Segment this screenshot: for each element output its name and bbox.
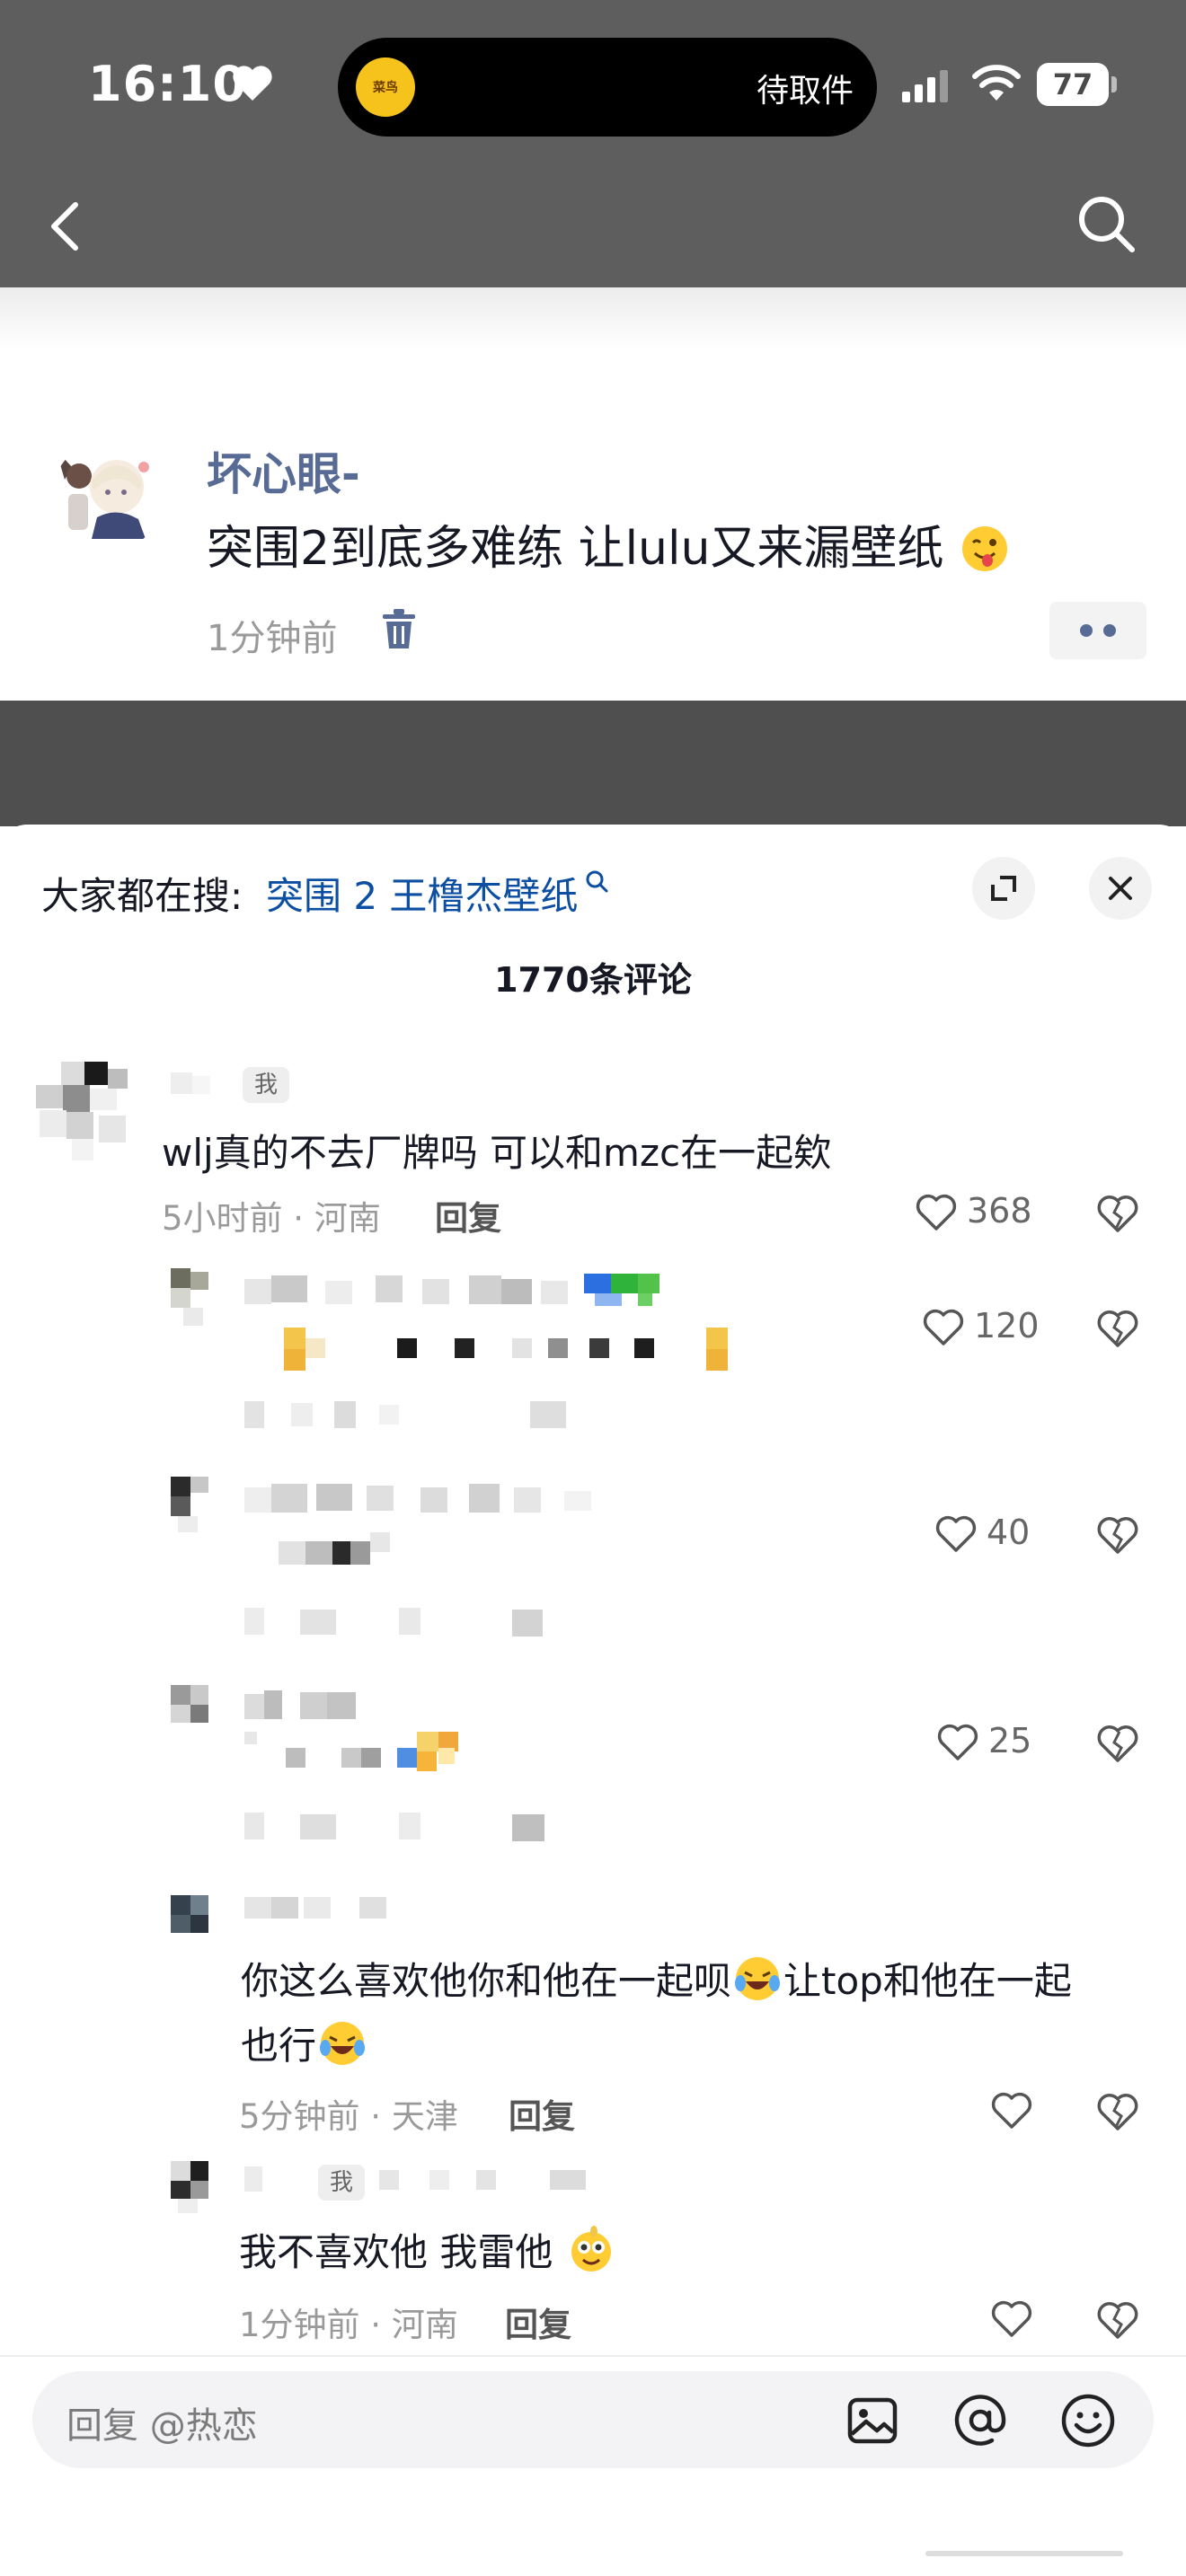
expand-icon xyxy=(991,876,1016,901)
commenter-avatar-pixelated[interactable] xyxy=(36,1062,135,1160)
comment-sheet: 大家都在搜: 突围 2 王橹杰壁纸 1770条评论 我 wlj真的不去厂牌吗 可… xyxy=(0,825,1186,2576)
dislike-broken-heart-icon[interactable] xyxy=(1096,2091,1139,2132)
wink-tongue-emoji-icon xyxy=(961,526,1007,571)
post-author-name[interactable]: 坏心眼- xyxy=(207,438,360,503)
comment-text-part: 也行 xyxy=(241,2024,317,2068)
comment-text-part: 我不喜欢他 我雷他 xyxy=(239,2230,553,2274)
image-icon[interactable] xyxy=(846,2395,898,2447)
post-card: 坏心眼- 突围2到底多难练 让lulu又来漏壁纸 1分钟前 xyxy=(0,287,1186,701)
dislike-broken-heart-icon[interactable] xyxy=(1096,1193,1139,1234)
commenter-avatar-pixelated[interactable] xyxy=(171,1685,210,1725)
reply-text-pixelated xyxy=(244,1687,388,1728)
comment-text: 也行 xyxy=(241,2016,368,2070)
like-heart-icon[interactable] xyxy=(915,1193,958,1232)
reply-text-pixelated xyxy=(244,1270,766,1311)
close-icon xyxy=(1109,877,1132,900)
me-badge: 我 xyxy=(318,2165,365,2201)
reply-meta-pixelated xyxy=(244,1807,586,1847)
wifi-icon xyxy=(972,65,1021,101)
commenter-name-pixelated xyxy=(171,1067,216,1099)
commenter-avatar-pixelated[interactable] xyxy=(171,1477,210,1532)
reply-button[interactable]: 回复 xyxy=(435,1191,501,1239)
laughing-tears-emoji-icon xyxy=(320,2022,366,2065)
like-heart-icon[interactable] xyxy=(990,2299,1033,2339)
comment-meta: 5小时前 · 河南 xyxy=(162,1199,381,1238)
comment-text-part: 你这么喜欢他你和他在一起呗 xyxy=(241,1959,732,2003)
like-heart-icon[interactable] xyxy=(936,1723,979,1762)
reply-button[interactable]: 回复 xyxy=(505,2298,571,2346)
commenter-name-pixelated xyxy=(244,1893,424,1920)
battery-icon: 77 xyxy=(1037,63,1118,106)
back-arrow-icon[interactable] xyxy=(47,199,83,253)
like-count: 120 xyxy=(974,1306,1040,1345)
reply-text-pixelated xyxy=(279,1532,404,1572)
anime-avatar-image xyxy=(52,440,164,551)
commenter-avatar-pixelated[interactable] xyxy=(171,1268,210,1328)
post-author-avatar[interactable] xyxy=(52,440,164,551)
dislike-broken-heart-icon[interactable] xyxy=(1096,1308,1139,1349)
comment-text: 我不喜欢他 我雷他 xyxy=(239,2222,617,2277)
expand-button[interactable] xyxy=(972,857,1035,920)
more-options-button[interactable] xyxy=(1049,602,1146,659)
status-time: 16:10 xyxy=(88,56,247,112)
comment-meta: 1分钟前 · 河南 xyxy=(239,2306,458,2344)
like-count: 40 xyxy=(987,1513,1031,1552)
dislike-broken-heart-icon[interactable] xyxy=(1096,1723,1139,1764)
post-text: 突围2到底多难练 让lulu又来漏壁纸 xyxy=(207,510,1011,578)
like-count: 368 xyxy=(967,1191,1032,1231)
comment-count: 1770条评论 xyxy=(494,960,692,1000)
reply-input-placeholder: 回复 @热恋 xyxy=(66,2405,258,2447)
battery-level: 77 xyxy=(1037,63,1109,106)
me-badge: 我 xyxy=(243,1067,289,1103)
like-heart-icon[interactable] xyxy=(922,1308,965,1347)
reply-meta-pixelated xyxy=(244,1396,586,1435)
search-icon[interactable] xyxy=(1075,192,1137,255)
comment-text-part: 让top和他在一起 xyxy=(783,1959,1072,2003)
close-button[interactable] xyxy=(1089,857,1152,920)
cainiao-logo: 菜鸟 xyxy=(356,57,415,117)
small-search-icon xyxy=(586,870,608,893)
top-navigation-bar: 16:10 菜鸟 待取件 77 xyxy=(0,0,1186,287)
like-heart-icon[interactable] xyxy=(990,2091,1033,2130)
dynamic-island[interactable]: 菜鸟 待取件 xyxy=(338,38,877,137)
comment-text: 你这么喜欢他你和他在一起呗 让top和他在一起 xyxy=(241,1951,1072,2006)
comment-text: wlj真的不去厂牌吗 可以和mzc在一起欸 xyxy=(162,1131,832,1175)
comment-meta: 5分钟前 · 天津 xyxy=(239,2097,458,2136)
trash-icon[interactable] xyxy=(381,609,417,650)
like-heart-icon[interactable] xyxy=(934,1514,978,1554)
reply-meta-pixelated xyxy=(244,1602,586,1642)
home-indicator xyxy=(925,2551,1123,2556)
post-timestamp: 1分钟前 xyxy=(207,618,338,659)
commenter-avatar-pixelated[interactable] xyxy=(171,1895,210,1935)
island-status-text: 待取件 xyxy=(756,73,854,110)
reply-button[interactable]: 回复 xyxy=(509,2089,575,2138)
reply-text-pixelated xyxy=(244,1732,478,1771)
dimmed-overlay xyxy=(0,701,1186,826)
post-text-content: 突围2到底多难练 让lulu又来漏壁纸 xyxy=(207,522,944,576)
trending-search-label: 大家都在搜: xyxy=(41,874,243,918)
reply-text-pixelated xyxy=(279,1328,746,1372)
like-count: 25 xyxy=(988,1721,1032,1760)
reply-text-pixelated xyxy=(244,1478,622,1520)
cellular-signal-icon xyxy=(902,70,948,102)
emoji-picker-icon[interactable] xyxy=(1060,2393,1116,2448)
drooling-star-eyes-emoji-icon xyxy=(571,2226,611,2272)
dislike-broken-heart-icon[interactable] xyxy=(1096,1514,1139,1556)
input-divider xyxy=(0,2355,1186,2357)
dislike-broken-heart-icon[interactable] xyxy=(1096,2299,1139,2341)
heart-icon xyxy=(233,66,272,101)
mention-at-icon[interactable] xyxy=(952,2393,1008,2448)
reply-input-field[interactable]: 回复 @热恋 xyxy=(32,2371,1154,2468)
laughing-tears-emoji-icon xyxy=(735,1957,781,2000)
trending-search-link[interactable]: 突围 2 王橹杰壁纸 xyxy=(266,866,578,921)
